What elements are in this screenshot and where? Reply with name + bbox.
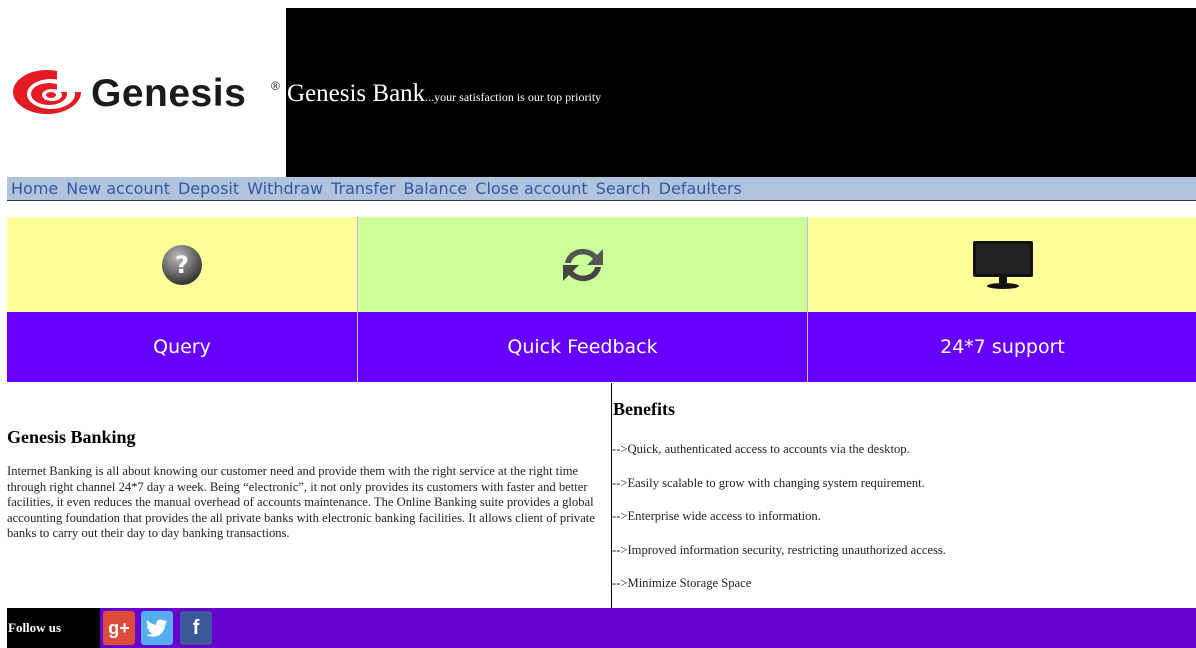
main-content: Genesis Banking Internet Banking is all … <box>7 383 1196 608</box>
refresh-icon <box>562 248 603 281</box>
feature-icon-area <box>808 217 1196 312</box>
about-text: Internet Banking is all about knowing ou… <box>7 464 595 540</box>
feature-label: Quick Feedback <box>358 312 807 382</box>
nav-transfer[interactable]: Transfer <box>331 177 395 201</box>
nav-search[interactable]: Search <box>596 177 651 201</box>
benefits-title: Benefits <box>613 399 675 419</box>
features-panel: ? Query Quick Feedback 24*7 support <box>7 217 1196 382</box>
monitor-icon <box>972 240 1033 289</box>
benefits-section: Benefits -->Quick, authenticated access … <box>611 383 1196 608</box>
facebook-icon[interactable]: f <box>180 611 212 645</box>
nav-defaulters[interactable]: Defaulters <box>659 177 742 201</box>
benefit-item: -->Minimize Storage Space <box>612 576 752 590</box>
nav-close-account[interactable]: Close account <box>475 177 587 201</box>
nav-deposit[interactable]: Deposit <box>178 177 239 201</box>
feature-query[interactable]: ? Query <box>7 217 357 382</box>
about-section: Genesis Banking Internet Banking is all … <box>7 383 605 608</box>
nav-withdraw[interactable]: Withdraw <box>247 177 323 201</box>
bank-tagline: ...your satisfaction is our top priority <box>425 90 602 104</box>
logo[interactable]: Genesis ® <box>7 8 286 177</box>
logo-text: Genesis <box>91 72 247 115</box>
google-plus-icon[interactable]: g+ <box>103 611 135 645</box>
bank-title: Genesis Bank...your satisfaction is our … <box>287 80 601 108</box>
twitter-bird-icon <box>146 619 167 637</box>
main-nav: Home New account Deposit Withdraw Transf… <box>7 177 1196 201</box>
feature-support[interactable]: 24*7 support <box>807 217 1196 382</box>
about-title: Genesis Banking <box>7 427 136 447</box>
bank-name: Genesis Bank <box>287 80 426 107</box>
feature-label: Query <box>7 312 357 382</box>
logo-registered-mark: ® <box>271 79 280 93</box>
feature-icon-area <box>358 217 807 312</box>
question-icon: ? <box>162 244 202 285</box>
feature-label: 24*7 support <box>808 312 1196 382</box>
follow-us-label: Follow us <box>7 608 100 648</box>
benefit-item: -->Quick, authenticated access to accoun… <box>612 442 910 456</box>
site-footer: Follow us g+ f <box>7 608 1196 648</box>
feature-quick-feedback[interactable]: Quick Feedback <box>357 217 807 382</box>
feature-icon-area: ? <box>7 217 357 312</box>
nav-new-account[interactable]: New account <box>66 177 170 201</box>
genesis-logo-icon <box>13 68 89 114</box>
site-header: Genesis ® Genesis Bank...your satisfacti… <box>7 8 1196 177</box>
benefit-item: -->Enterprise wide access to information… <box>612 509 821 523</box>
twitter-icon[interactable] <box>141 611 173 645</box>
nav-balance[interactable]: Balance <box>403 177 467 201</box>
svg-text:?: ? <box>175 251 189 279</box>
benefit-item: -->Improved information security, restri… <box>612 543 946 557</box>
nav-home[interactable]: Home <box>11 177 58 201</box>
benefit-item: -->Easily scalable to grow with changing… <box>612 476 925 490</box>
